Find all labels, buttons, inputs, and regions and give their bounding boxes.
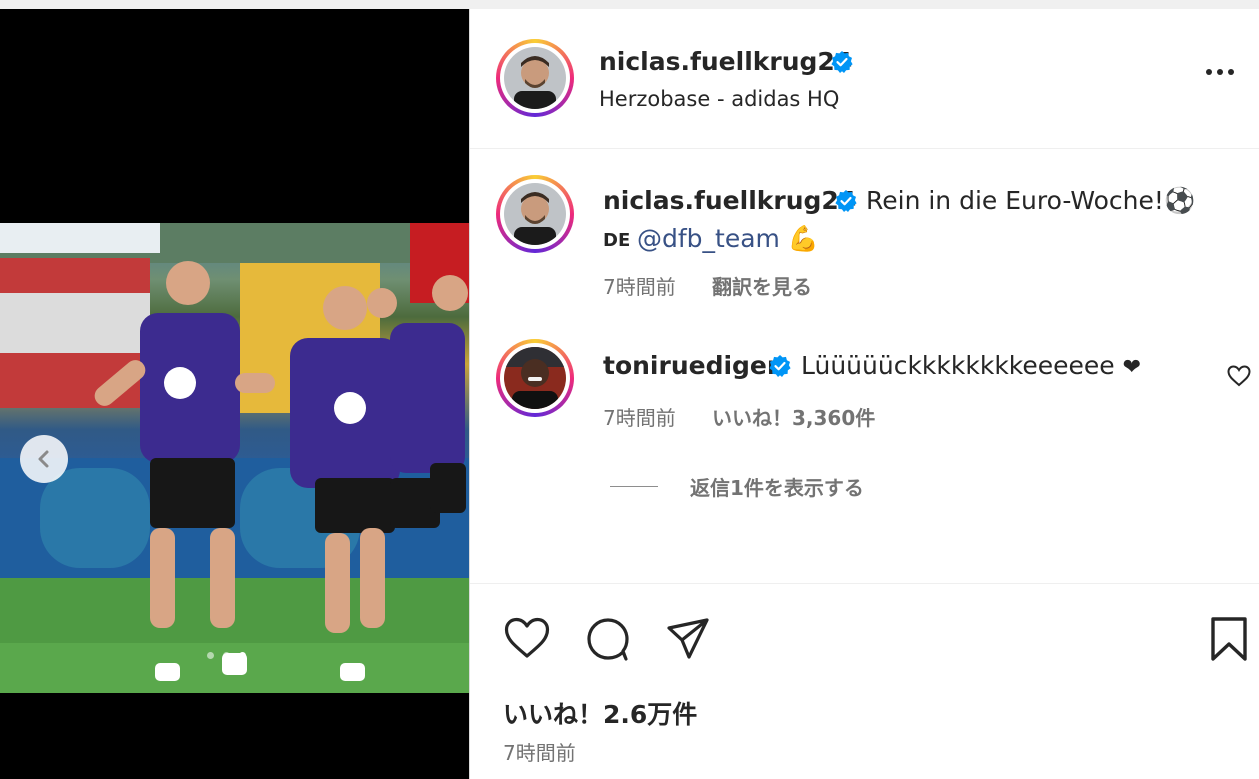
photo-illustration [0,223,469,693]
comment-icon[interactable] [585,616,631,662]
comment-like-heart-icon[interactable] [1227,365,1251,387]
caption-timestamp[interactable]: 7時間前 [603,271,676,300]
author-username[interactable]: niclas.fuellkrug24 [599,47,852,76]
carousel-indicator [207,652,246,659]
commenter-avatar-image [504,347,566,409]
comment-body: Lüüüüückkkkkkkkeeeeee [801,351,1115,380]
flexed-biceps-emoji: 💪 [787,224,819,253]
author-avatar-image [504,47,566,109]
post-photo [0,223,469,693]
chevron-left-icon [38,450,49,468]
divider [470,583,1259,584]
caption-author-avatar[interactable] [496,175,574,253]
caption-mention[interactable]: @dfb_team 💪 [637,224,819,254]
heart-icon[interactable] [504,617,550,659]
carousel-dot [207,652,214,659]
post-media [0,9,469,779]
heart-emoji: ❤ [1122,355,1142,380]
language-tag: DE [603,230,631,251]
share-icon[interactable] [665,616,711,662]
post-likes-count[interactable]: いいね！2.6万件 [503,695,697,731]
soccer-ball-emoji: ⚽ [1163,186,1196,215]
bookmark-icon[interactable] [1209,616,1249,662]
view-replies-button[interactable]: 返信1件を表示する [690,472,864,501]
author-avatar[interactable] [496,39,574,117]
comment-likes-count[interactable]: いいね！3,360件 [712,402,875,431]
caption-body: Rein in die Euro-Woche! [866,186,1164,215]
more-options-icon[interactable] [1206,69,1234,75]
verified-badge-icon [835,190,857,212]
caption-text: Rein in die Euro-Woche!⚽ [866,186,1195,216]
post-location[interactable]: Herzobase - adidas HQ [599,87,839,111]
see-translation-button[interactable]: 翻訳を見る [712,271,812,300]
post-detail-panel: niclas.fuellkrug24 Herzobase - adidas HQ… [469,9,1259,779]
divider [470,148,1259,149]
reply-divider-line [610,486,658,487]
comment-text: Lüüüüückkkkkkkkeeeeee ❤ [801,351,1141,380]
caption-author-username[interactable]: niclas.fuellkrug24 [603,186,856,215]
comment-timestamp[interactable]: 7時間前 [603,402,676,431]
caption-avatar-image [504,183,566,245]
commenter-avatar[interactable] [496,339,574,417]
carousel-dot [223,652,230,659]
verified-badge-icon [769,355,791,377]
mention-link[interactable]: @dfb_team [637,224,780,253]
commenter-username[interactable]: toniruediger [603,351,779,380]
verified-badge-icon [831,51,853,73]
post-timestamp[interactable]: 7時間前 [503,737,576,766]
carousel-prev-button[interactable] [20,435,68,483]
carousel-dot-active [239,652,246,659]
